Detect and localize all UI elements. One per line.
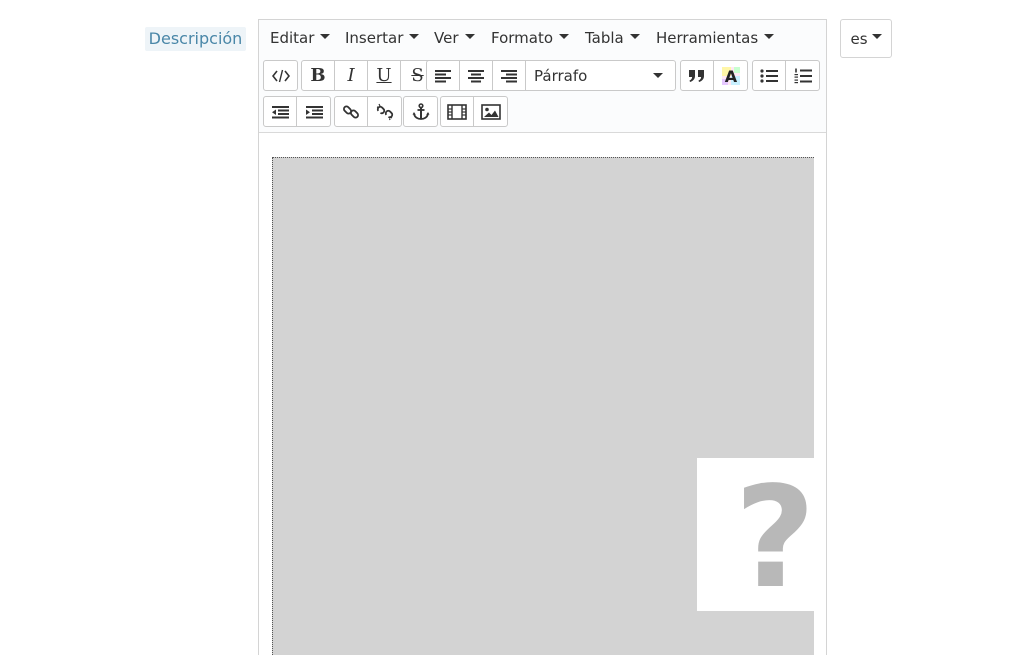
editor-header: Editar Insertar Ver Formato Tabla Herram… bbox=[259, 20, 826, 133]
field-label-description: Descripción bbox=[145, 27, 246, 51]
bullet-list-button[interactable] bbox=[753, 61, 786, 90]
menu-editar[interactable]: Editar bbox=[270, 20, 331, 56]
unlink-icon bbox=[376, 103, 393, 120]
toolbar-group-indent bbox=[263, 96, 331, 127]
align-center-icon bbox=[468, 69, 484, 82]
insert-image-button[interactable] bbox=[474, 97, 507, 126]
text-color-letter: A bbox=[724, 67, 737, 86]
menu-tabla[interactable]: Tabla bbox=[585, 20, 640, 56]
toolbar-group-align-format: Párrafo bbox=[426, 60, 676, 91]
underline-icon: U bbox=[376, 64, 392, 86]
menu-herramientas[interactable]: Herramientas bbox=[656, 20, 775, 56]
blockquote-button[interactable] bbox=[681, 61, 714, 90]
chevron-down-icon bbox=[409, 34, 420, 39]
toolbar-group-quote-color: A bbox=[680, 60, 748, 91]
align-right-icon bbox=[501, 69, 517, 82]
page-root: Descripción Editar Insertar Ver Formato … bbox=[0, 0, 1023, 655]
insert-media-button[interactable] bbox=[441, 97, 474, 126]
chevron-down-icon bbox=[871, 34, 882, 39]
film-icon bbox=[447, 103, 467, 120]
align-right-button[interactable] bbox=[493, 61, 526, 90]
broken-image-placeholder: ? bbox=[697, 457, 814, 620]
menu-editar-label: Editar bbox=[270, 29, 315, 47]
code-icon bbox=[271, 69, 290, 82]
chevron-down-icon bbox=[629, 34, 640, 39]
toolbar-group-media bbox=[440, 96, 508, 127]
menu-formato[interactable]: Formato bbox=[491, 20, 570, 56]
image-icon bbox=[480, 103, 501, 120]
toolbar-group-code bbox=[263, 60, 298, 91]
language-select[interactable]: es bbox=[840, 19, 892, 58]
block-format-select[interactable]: Párrafo bbox=[526, 61, 675, 90]
menu-ver[interactable]: Ver bbox=[434, 20, 475, 56]
bold-button[interactable]: B bbox=[302, 61, 335, 90]
block-format-value: Párrafo bbox=[534, 66, 588, 85]
outdent-icon bbox=[272, 105, 289, 118]
menu-tabla-label: Tabla bbox=[585, 29, 624, 47]
chevron-down-icon bbox=[559, 34, 570, 39]
align-center-button[interactable] bbox=[460, 61, 493, 90]
chevron-down-icon bbox=[653, 73, 663, 78]
editor-content-area[interactable]: ? bbox=[272, 157, 814, 655]
question-mark-icon: ? bbox=[734, 457, 814, 620]
numbered-list-button[interactable] bbox=[786, 61, 819, 90]
source-code-button[interactable] bbox=[264, 61, 297, 90]
link-button[interactable] bbox=[335, 97, 368, 126]
menu-insertar-label: Insertar bbox=[345, 29, 404, 47]
italic-icon: I bbox=[347, 64, 355, 86]
chevron-down-icon bbox=[320, 34, 331, 39]
toolbar-group-anchor bbox=[403, 96, 438, 127]
numbered-list-icon bbox=[794, 68, 812, 83]
link-icon bbox=[343, 105, 359, 118]
bullet-list-icon bbox=[760, 68, 778, 83]
quote-icon bbox=[689, 69, 704, 82]
underline-button[interactable]: U bbox=[368, 61, 401, 90]
bold-icon: B bbox=[310, 64, 326, 86]
chevron-down-icon bbox=[464, 34, 475, 39]
strikethrough-icon: S bbox=[411, 64, 424, 86]
menu-herramientas-label: Herramientas bbox=[656, 29, 759, 47]
editor-menubar: Editar Insertar Ver Formato Tabla Herram… bbox=[259, 20, 826, 56]
outdent-button[interactable] bbox=[264, 97, 297, 126]
align-left-button[interactable] bbox=[427, 61, 460, 90]
text-color-button[interactable]: A bbox=[714, 61, 747, 90]
language-value: es bbox=[850, 29, 868, 48]
align-left-icon bbox=[435, 69, 451, 82]
menu-insertar[interactable]: Insertar bbox=[345, 20, 420, 56]
indent-icon bbox=[305, 105, 323, 118]
indent-button[interactable] bbox=[297, 97, 330, 126]
rich-text-editor: Editar Insertar Ver Formato Tabla Herram… bbox=[258, 19, 827, 655]
toolbar-group-text-style: B I U S bbox=[301, 60, 435, 91]
italic-button[interactable]: I bbox=[335, 61, 368, 90]
anchor-button[interactable] bbox=[404, 97, 437, 126]
anchor-icon bbox=[412, 102, 429, 120]
broken-image-symbol: ? bbox=[734, 458, 814, 611]
chevron-down-icon bbox=[764, 34, 775, 39]
unlink-button[interactable] bbox=[368, 97, 401, 126]
menu-ver-label: Ver bbox=[434, 29, 459, 47]
toolbar-group-links bbox=[334, 96, 402, 127]
text-color-icon: A bbox=[721, 66, 740, 86]
menu-formato-label: Formato bbox=[491, 29, 554, 47]
toolbar-group-lists bbox=[752, 60, 820, 91]
